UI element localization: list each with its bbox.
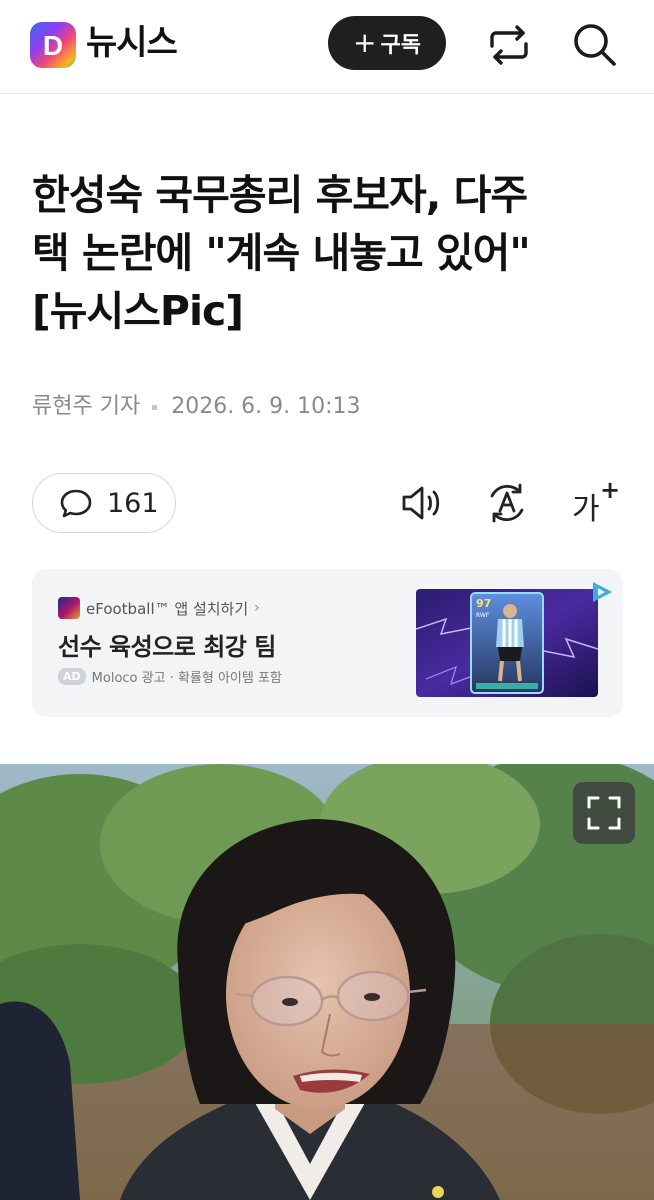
headline-line: 한성숙 국무총리 후보자, 다주 bbox=[32, 171, 528, 219]
ad-badge: AD bbox=[58, 668, 86, 685]
ad-banner[interactable]: eFootball™ 앱 설치하기 › 선수 육성으로 최강 팀 AD Molo… bbox=[32, 569, 623, 717]
ad-app-link[interactable]: eFootball™ 앱 설치하기 › bbox=[58, 597, 260, 619]
chevron-right-icon: › bbox=[254, 600, 260, 616]
comment-count: 161 bbox=[107, 487, 159, 519]
subscribe-button[interactable]: + 구독 bbox=[328, 16, 446, 70]
publish-date: 2026. 6. 9. 10:13 bbox=[171, 394, 361, 419]
ad-disclosure: Moloco 광고 · 확률형 아이템 포함 bbox=[91, 671, 282, 686]
top-bar: D 뉴시스 + 구독 bbox=[0, 0, 654, 94]
brand-name[interactable]: 뉴시스 bbox=[86, 22, 178, 64]
fullscreen-icon bbox=[587, 796, 621, 830]
share-icon[interactable] bbox=[486, 22, 532, 68]
headline-line: 택 논란에 "계속 내놓고 있어" bbox=[32, 229, 531, 277]
svg-text:D: D bbox=[43, 30, 63, 61]
byline: 류현주 기자 2026. 6. 9. 10:13 bbox=[32, 392, 361, 422]
speaker-icon[interactable] bbox=[400, 480, 448, 526]
svg-text:97: 97 bbox=[476, 597, 491, 610]
ad-choices-icon[interactable] bbox=[588, 579, 616, 605]
comment-icon bbox=[60, 489, 92, 518]
reporter-name[interactable]: 류현주 기자 bbox=[32, 392, 140, 422]
ad-app-name: eFootball™ 앱 설치하기 bbox=[86, 599, 249, 618]
article-headline: 한성숙 국무총리 후보자, 다주 택 논란에 "계속 내놓고 있어" [뉴시스P… bbox=[32, 166, 632, 340]
comment-button[interactable]: 161 bbox=[32, 473, 176, 533]
plus-icon: + bbox=[353, 26, 377, 59]
ad-title[interactable]: 선수 육성으로 최강 팀 bbox=[58, 627, 276, 662]
svg-text:RWF: RWF bbox=[476, 612, 490, 619]
logo-icon[interactable]: D bbox=[30, 22, 76, 68]
separator-dot bbox=[152, 404, 158, 410]
headline-line: [뉴시스Pic] bbox=[32, 287, 244, 335]
expand-photo-button[interactable] bbox=[573, 782, 635, 844]
app-icon bbox=[58, 597, 80, 619]
ad-image[interactable]: 97 RWF bbox=[416, 589, 598, 697]
font-size-icon[interactable]: 가 + bbox=[570, 476, 620, 527]
article-photo[interactable] bbox=[0, 764, 654, 1200]
subscribe-label: 구독 bbox=[380, 33, 421, 58]
ad-meta: AD Moloco 광고 · 확률형 아이템 포함 bbox=[58, 667, 282, 686]
search-icon[interactable] bbox=[570, 20, 620, 70]
translate-icon[interactable] bbox=[484, 480, 530, 526]
